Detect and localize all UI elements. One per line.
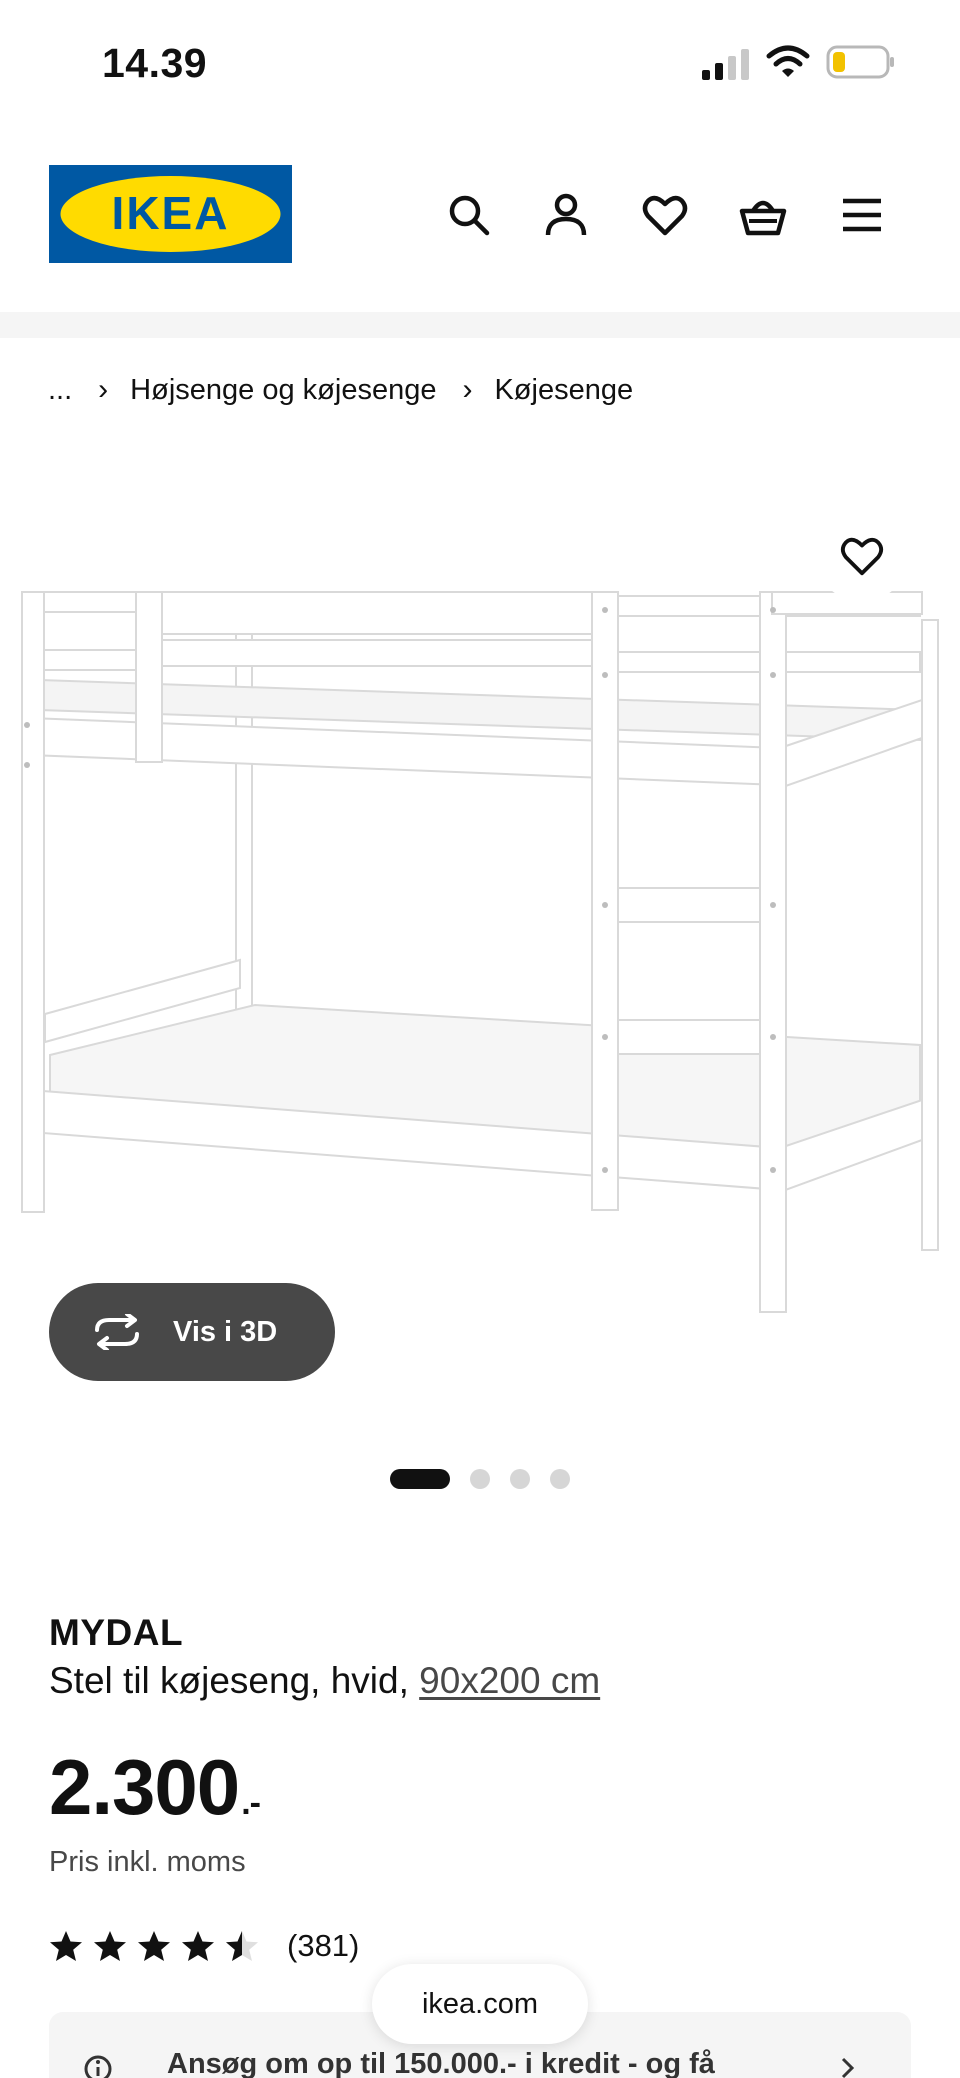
browser-url-bar[interactable]: ikea.com <box>372 1964 588 2044</box>
breadcrumb-separator: › <box>462 373 473 406</box>
chevron-right-icon <box>841 2057 855 2078</box>
price-value: 2.300 <box>49 1743 240 1831</box>
gallery-dot-2[interactable] <box>470 1469 490 1489</box>
signal-icon <box>702 49 749 80</box>
product-description: Stel til køjeseng, hvid, 90x200 cm <box>49 1660 600 1702</box>
site-header: IKEA <box>0 120 960 312</box>
heart-icon[interactable] <box>640 190 690 240</box>
add-to-favourites-button[interactable] <box>816 510 908 602</box>
status-bar: 14.39 <box>0 0 960 120</box>
star-icon <box>94 1931 126 1961</box>
view-in-3d-label: Vis i 3D <box>173 1315 278 1348</box>
product-price: 2.300 .- <box>49 1742 261 1833</box>
gallery-dot-1[interactable] <box>390 1469 450 1489</box>
product-description-text: Stel til køjeseng, hvid, <box>49 1660 409 1701</box>
breadcrumb-item-hojsenge[interactable]: Højsenge og køjesenge <box>130 374 436 407</box>
account-icon[interactable] <box>541 190 591 240</box>
gallery-pagination <box>390 1468 590 1490</box>
breadcrumb-separator: › <box>98 373 109 406</box>
price-suffix: .- <box>241 1784 261 1822</box>
ikea-logo[interactable]: IKEA <box>49 165 292 263</box>
credit-banner-text: Ansøg om op til 150.000.- i kredit - og … <box>167 2048 715 2078</box>
logo-text: IKEA <box>112 187 230 239</box>
info-icon <box>84 2055 112 2078</box>
basket-icon[interactable] <box>738 190 788 240</box>
product-size-link[interactable]: 90x200 cm <box>419 1660 600 1701</box>
breadcrumb-item-kojesenge[interactable]: Køjesenge <box>494 374 633 407</box>
heart-icon <box>840 537 884 576</box>
product-name: MYDAL <box>49 1612 184 1653</box>
menu-icon[interactable] <box>837 190 887 240</box>
battery-icon <box>826 45 894 79</box>
star-icon <box>138 1931 170 1961</box>
half-star-icon <box>226 1931 258 1961</box>
price-note: Pris inkl. moms <box>49 1846 246 1878</box>
product-rating[interactable]: (381) <box>49 1926 359 1966</box>
status-time: 14.39 <box>102 40 208 86</box>
rotate-3d-icon <box>95 1314 139 1350</box>
view-in-3d-button[interactable]: Vis i 3D <box>49 1283 335 1381</box>
header-divider <box>0 312 960 338</box>
gallery-dot-4[interactable] <box>550 1469 570 1489</box>
breadcrumb-ellipsis[interactable]: ... <box>48 374 72 407</box>
wifi-icon <box>766 45 810 77</box>
gallery-dot-3[interactable] <box>510 1469 530 1489</box>
star-icon <box>50 1931 82 1961</box>
search-icon[interactable] <box>444 190 494 240</box>
rating-count: (381) <box>287 1928 360 1963</box>
breadcrumb: ... › Højsenge og køjesenge › Køjesenge <box>48 368 633 412</box>
star-icon <box>182 1931 214 1961</box>
